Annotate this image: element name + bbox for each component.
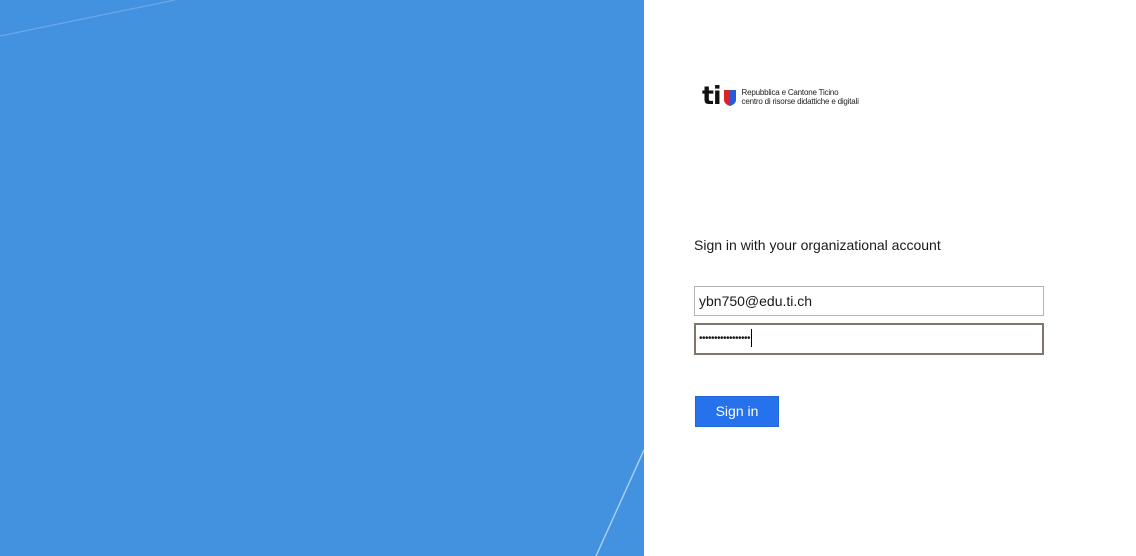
decorative-lines [0, 0, 644, 556]
login-heading: Sign in with your organizational account [694, 237, 941, 253]
email-value: ybn750@edu.ti.ch [699, 293, 813, 309]
background-illustration [0, 0, 644, 556]
logo-line-2: centro di risorse didattiche e digitali [741, 97, 859, 106]
logo-mark: ti [702, 80, 722, 110]
login-page: ti Repubblica e Cantone Ticino centro di… [0, 0, 1136, 556]
canton-shield-icon [723, 90, 736, 106]
logo-text: Repubblica e Cantone Ticino centro di ri… [742, 88, 859, 106]
organization-logo: ti Repubblica e Cantone Ticino centro di… [702, 83, 859, 109]
sign-in-button[interactable]: Sign in [695, 396, 779, 427]
password-field[interactable]: ••••••••••••••••• [694, 323, 1044, 355]
password-value: ••••••••••••••••• [699, 333, 751, 344]
decorative-line-bottom [595, 449, 644, 556]
logo-line-1: Repubblica e Cantone Ticino [741, 88, 839, 97]
decorative-line-top [0, 0, 176, 37]
email-field[interactable]: ybn750@edu.ti.ch [694, 286, 1044, 316]
text-caret [751, 329, 753, 348]
login-panel: ti Repubblica e Cantone Ticino centro di… [644, 0, 1136, 556]
